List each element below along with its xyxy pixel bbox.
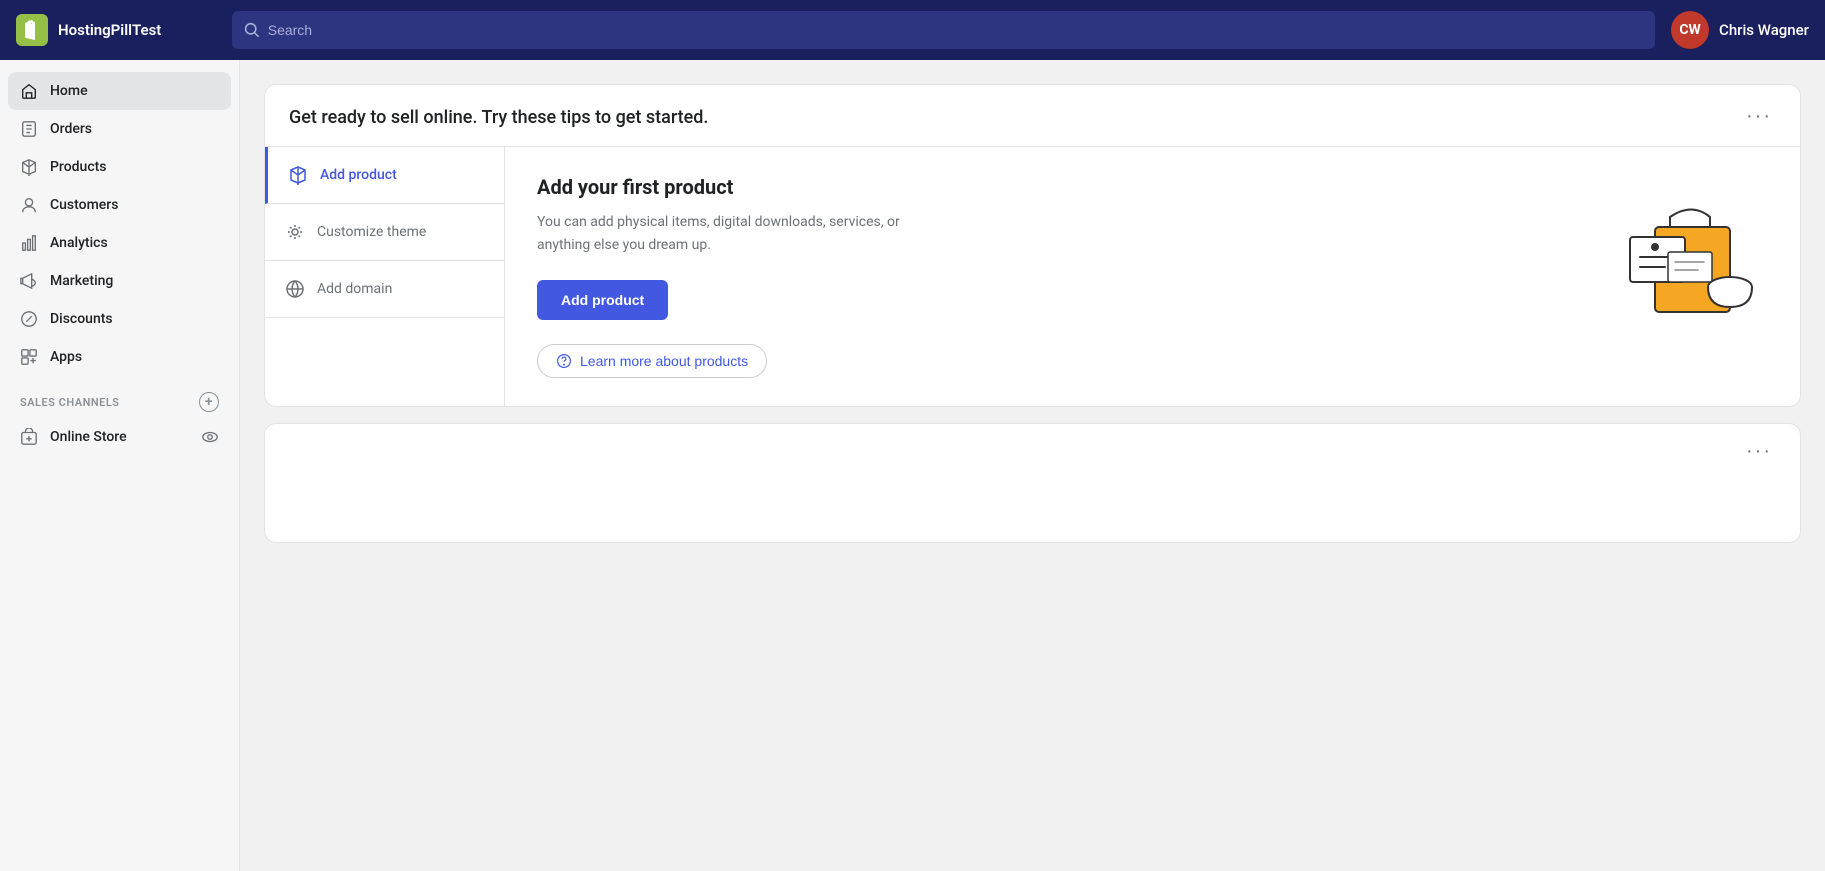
sidebar-item-orders[interactable]: Orders: [8, 110, 231, 148]
active-tip-content: Add your first product You can add physi…: [505, 147, 1800, 406]
online-store-left: Online Store: [20, 428, 127, 446]
card-header: Get ready to sell online. Try these tips…: [265, 85, 1800, 146]
eye-icon: [201, 428, 219, 446]
sidebar-item-online-store[interactable]: Online Store: [8, 418, 231, 456]
sidebar-item-customers[interactable]: Customers: [8, 186, 231, 224]
shopify-logo-icon: [16, 14, 48, 46]
user-name: Chris Wagner: [1719, 21, 1809, 39]
orders-icon: [20, 120, 38, 138]
sidebar-item-customers-label: Customers: [50, 197, 118, 213]
sidebar-item-analytics[interactable]: Analytics: [8, 224, 231, 262]
marketing-icon: [20, 272, 38, 290]
active-tip-title: Add your first product: [537, 175, 1768, 199]
tips-list: Add product Customize theme: [265, 147, 505, 406]
search-input[interactable]: [268, 22, 1643, 38]
tip-item-add-product[interactable]: Add product: [265, 147, 504, 204]
product-illustration: [1600, 167, 1760, 327]
add-product-button[interactable]: Add product: [537, 280, 668, 320]
store-name: HostingPillTest: [58, 21, 161, 39]
sales-channels-label: SALES CHANNELS: [20, 396, 120, 409]
sidebar-item-discounts-label: Discounts: [50, 311, 113, 327]
learn-more-label: Learn more about products: [580, 353, 748, 369]
sidebar-item-marketing[interactable]: Marketing: [8, 262, 231, 300]
tip-customize-theme-label: Customize theme: [317, 224, 426, 240]
apps-icon: [20, 348, 38, 366]
search-icon: [244, 22, 260, 38]
second-card: ···: [264, 423, 1801, 543]
products-icon: [20, 158, 38, 176]
tip-add-product-label: Add product: [320, 167, 397, 183]
sidebar-item-products[interactable]: Products: [8, 148, 231, 186]
brand[interactable]: HostingPillTest: [16, 14, 216, 46]
sidebar-item-products-label: Products: [50, 159, 107, 175]
sidebar-item-apps-label: Apps: [50, 349, 82, 365]
add-sales-channel-button[interactable]: +: [199, 392, 219, 412]
sidebar-item-marketing-label: Marketing: [50, 273, 113, 289]
customers-icon: [20, 196, 38, 214]
avatar: CW: [1671, 11, 1709, 49]
getting-started-card: Get ready to sell online. Try these tips…: [264, 84, 1801, 407]
sidebar-item-analytics-label: Analytics: [50, 235, 108, 251]
tip-item-customize-theme[interactable]: Customize theme: [265, 204, 504, 261]
tips-container: Add product Customize theme: [265, 146, 1800, 406]
sales-channels-section: SALES CHANNELS +: [8, 376, 231, 418]
add-product-tip-icon: [288, 165, 308, 185]
main-content: Get ready to sell online. Try these tips…: [240, 60, 1825, 871]
card-title: Get ready to sell online. Try these tips…: [289, 105, 708, 130]
sidebar-item-home[interactable]: Home: [8, 72, 231, 110]
search-bar[interactable]: [232, 11, 1655, 49]
analytics-icon: [20, 234, 38, 252]
topnav: HostingPillTest CW Chris Wagner: [0, 0, 1825, 60]
online-store-icon: [20, 428, 38, 446]
sidebar-item-apps[interactable]: Apps: [8, 338, 231, 376]
add-domain-tip-icon: [285, 279, 305, 299]
customize-theme-tip-icon: [285, 222, 305, 242]
active-tip-description: You can add physical items, digital down…: [537, 211, 917, 256]
tip-item-add-domain[interactable]: Add domain: [265, 261, 504, 318]
main-layout: Home Orders Products Customers: [0, 60, 1825, 871]
tip-add-domain-label: Add domain: [317, 281, 392, 297]
home-icon: [20, 82, 38, 100]
sidebar: Home Orders Products Customers: [0, 60, 240, 871]
help-circle-icon: [556, 353, 572, 369]
user-menu[interactable]: CW Chris Wagner: [1671, 11, 1809, 49]
card-more-button[interactable]: ···: [1742, 105, 1776, 128]
sidebar-item-discounts[interactable]: Discounts: [8, 300, 231, 338]
learn-more-button[interactable]: Learn more about products: [537, 344, 767, 378]
online-store-label: Online Store: [50, 429, 127, 445]
discounts-icon: [20, 310, 38, 328]
sidebar-item-orders-label: Orders: [50, 121, 92, 137]
second-card-more-button[interactable]: ···: [1742, 440, 1776, 463]
sidebar-item-home-label: Home: [50, 83, 88, 99]
